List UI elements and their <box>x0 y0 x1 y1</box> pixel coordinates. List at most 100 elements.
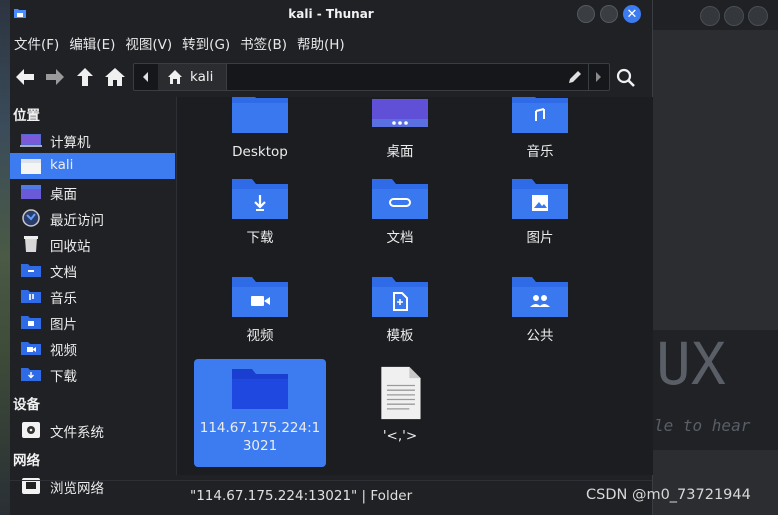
arrow-right-icon <box>46 69 64 85</box>
back-button[interactable] <box>12 62 38 92</box>
folder-desktop-icon <box>232 97 288 133</box>
sidebar: 位置 计算机 kali 桌面 最近访问 回收站 文档 音乐 图片 视频 下载 设… <box>10 97 175 500</box>
sidebar-item-desktop[interactable]: 桌面 <box>10 179 175 205</box>
sidebar-item-recent[interactable]: 最近访问 <box>10 205 175 231</box>
computer-icon <box>20 134 42 147</box>
sidebar-item-label: 计算机 <box>50 135 91 151</box>
folder-desktop-icon <box>372 99 428 127</box>
folder-public-icon <box>512 277 568 317</box>
downloads-folder-icon <box>21 368 41 381</box>
file-item-label: 114.67.175.224:13021 <box>199 420 321 454</box>
sidebar-header-network: 网络 <box>13 453 40 469</box>
search-icon <box>616 68 635 87</box>
menu-edit[interactable]: 编辑(E) <box>65 33 119 57</box>
file-item-pictures[interactable]: 图片 <box>474 169 606 277</box>
sidebar-item-label: 回收站 <box>50 239 91 255</box>
arrow-left-icon <box>16 69 34 85</box>
sidebar-item-label: 文档 <box>50 265 77 281</box>
location-scroll-right-button[interactable] <box>588 64 609 90</box>
search-button[interactable] <box>614 66 638 90</box>
watermark: CSDN @m0_73721944 <box>586 487 751 503</box>
file-item-text-file[interactable]: '<,'> <box>334 359 466 467</box>
pictures-folder-icon <box>21 316 41 329</box>
pencil-icon[interactable] <box>567 69 583 85</box>
close-icon: ✕ <box>626 7 638 22</box>
sidebar-item-label: 音乐 <box>50 291 77 307</box>
folder-icon <box>232 369 288 409</box>
file-item-public[interactable]: 公共 <box>474 267 606 375</box>
window-title: kali - Thunar <box>288 7 374 21</box>
file-item-label: 文档 <box>386 230 414 246</box>
folder-pictures-icon <box>512 179 568 219</box>
file-item-label: 桌面 <box>386 144 414 160</box>
sidebar-item-label: 下载 <box>50 369 77 385</box>
sidebar-item-label: 桌面 <box>50 187 77 203</box>
file-view[interactable]: Desktop 桌面 音乐 下载 文档 图片 视频 模板 公共 114.67.1… <box>176 97 653 475</box>
sidebar-item-computer[interactable]: 计算机 <box>10 127 175 153</box>
menu-view[interactable]: 视图(V) <box>121 33 176 57</box>
menu-file[interactable]: 文件(F) <box>10 33 63 57</box>
chevron-left-icon <box>143 72 148 82</box>
menu-bookmarks[interactable]: 书签(B) <box>236 33 291 57</box>
sidebar-item-music[interactable]: 音乐 <box>10 283 175 309</box>
file-item-label: 下载 <box>246 230 274 246</box>
folder-download-icon <box>232 179 288 219</box>
file-item-label: 音乐 <box>526 144 554 160</box>
music-folder-icon <box>21 290 41 303</box>
title-bar[interactable]: kali - Thunar ✕ <box>10 0 652 30</box>
forward-button[interactable] <box>42 62 68 92</box>
location-scroll-left-button[interactable] <box>134 64 159 90</box>
breadcrumb-home[interactable]: kali <box>158 64 227 90</box>
toolbar: kali <box>10 62 652 92</box>
sidebar-item-label: 文件系统 <box>50 425 104 441</box>
file-item-ip-folder[interactable]: 114.67.175.224:13021 <box>194 359 326 467</box>
background-minimize-button <box>700 6 720 26</box>
background-titlebar <box>652 0 778 30</box>
sidebar-item-filesystem[interactable]: 文件系统 <box>10 417 175 443</box>
text-file-icon <box>381 366 421 420</box>
sidebar-item-label: 视频 <box>50 343 77 359</box>
sidebar-header-places: 位置 <box>13 108 40 124</box>
chevron-right-icon <box>596 72 601 82</box>
file-item-label: 公共 <box>526 328 554 344</box>
sidebar-item-label: 图片 <box>50 317 77 333</box>
background-window: UX le to hear <box>652 0 778 515</box>
close-button[interactable]: ✕ <box>623 5 641 23</box>
breadcrumb-label: kali <box>190 69 214 85</box>
folder-templates-icon <box>372 277 428 317</box>
folder-videos-icon <box>232 277 288 317</box>
sidebar-item-kali[interactable]: kali <box>10 153 175 179</box>
sidebar-item-videos[interactable]: 视频 <box>10 335 175 361</box>
minimize-button[interactable] <box>577 5 595 23</box>
folder-music-icon <box>512 97 568 133</box>
home-icon <box>105 68 125 86</box>
file-item-downloads[interactable]: 下载 <box>194 169 326 277</box>
status-bar: "114.67.175.224:13021" | Folder <box>10 480 652 511</box>
sidebar-item-documents[interactable]: 文档 <box>10 257 175 283</box>
documents-folder-icon <box>21 264 41 277</box>
videos-folder-icon <box>21 342 41 355</box>
up-button[interactable] <box>72 62 98 92</box>
sidebar-item-label: 最近访问 <box>50 213 104 229</box>
file-item-label: 模板 <box>386 328 414 344</box>
recent-icon <box>22 209 40 227</box>
sidebar-item-downloads[interactable]: 下载 <box>10 361 175 387</box>
background-close-button <box>748 6 768 26</box>
maximize-button[interactable] <box>600 5 618 23</box>
trash-icon <box>24 236 38 252</box>
menu-go[interactable]: 转到(G) <box>178 33 234 57</box>
menu-help[interactable]: 帮助(H) <box>293 33 349 57</box>
folder-documents-icon <box>372 179 428 219</box>
home-button[interactable] <box>102 62 128 92</box>
background-art-glyph: UX <box>656 330 726 398</box>
sidebar-header-devices: 设备 <box>13 397 40 413</box>
sidebar-item-pictures[interactable]: 图片 <box>10 309 175 335</box>
sidebar-item-trash[interactable]: 回收站 <box>10 231 175 257</box>
desktop-icon <box>21 185 41 199</box>
location-bar[interactable]: kali <box>133 63 610 91</box>
home-folder-icon <box>21 159 41 174</box>
background-artwork: UX le to hear <box>652 330 778 450</box>
file-item-label: Desktop <box>232 144 288 160</box>
home-icon <box>168 70 182 84</box>
file-item-documents[interactable]: 文档 <box>334 169 466 277</box>
